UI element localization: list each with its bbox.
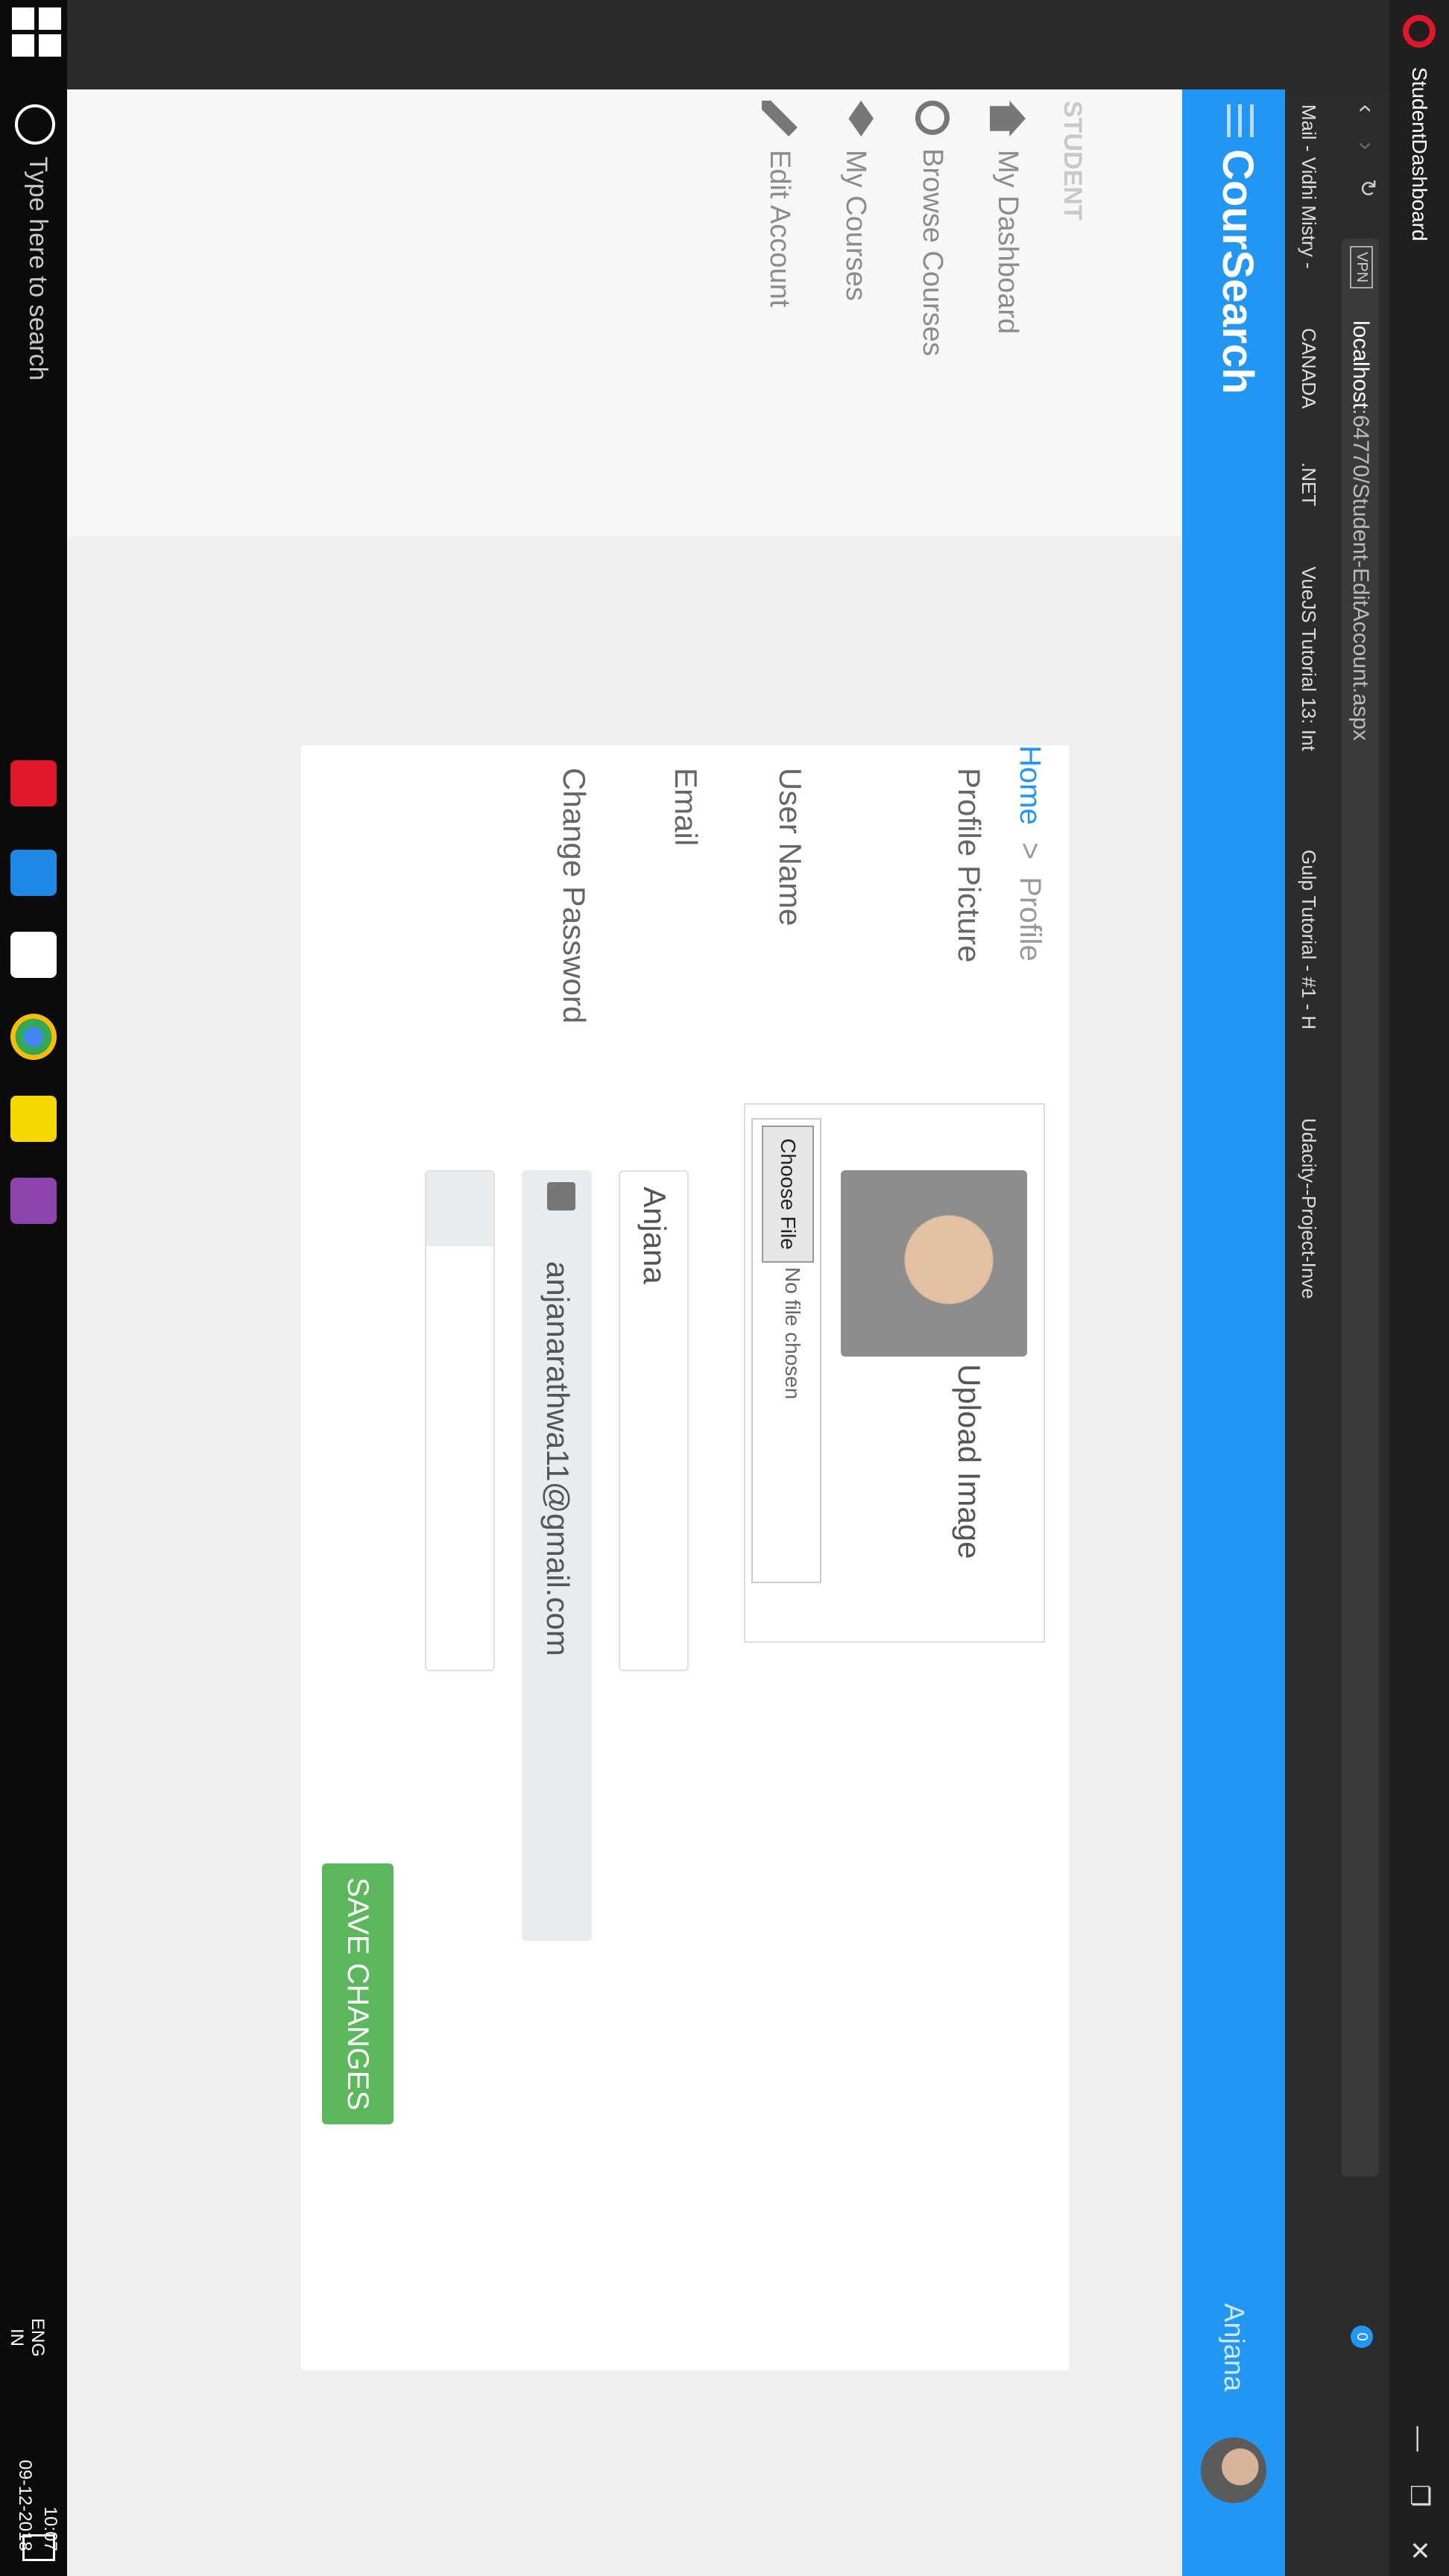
profile-picture-label: Profile Picture [952,768,987,963]
bookmark-item[interactable]: CANADA [1285,328,1333,408]
browser-title-bar [1389,0,1449,2576]
menu-toggle-icon[interactable] [1227,104,1254,137]
language-indicator[interactable]: ENG IN [6,2318,48,2357]
bookmark-item[interactable]: Gulp Tutorial - #1 - H [1285,850,1333,1029]
username-label: User Name [773,768,808,926]
windows-start-icon[interactable] [9,7,61,60]
reload-icon[interactable]: ↻ [1354,179,1380,198]
sidebar-item-my-dashboard[interactable]: My Dashboard [990,101,1026,334]
back-icon[interactable]: ‹ [1351,104,1380,113]
breadcrumb-sep: > [1014,842,1046,860]
rotated-screen: StudentDashboard — ❐ ✕ ‹ › ↻ VPN localho… [0,0,1449,2576]
opera-sidebar [0,0,1389,89]
taskbar-search[interactable]: Type here to search [23,157,52,381]
email-value: anjanarathwa11@gmail.com [540,1261,575,1656]
search-icon [915,101,950,135]
sidebar-item-my-courses[interactable]: My Courses [838,101,874,301]
tab-title: StudentDashboard [1408,67,1431,242]
change-password-label: Change Password [557,768,592,1024]
bookmark-item[interactable]: .NET [1285,462,1333,506]
notifications-icon[interactable] [22,2534,55,2561]
password-field[interactable] [425,1170,495,1671]
forward-icon[interactable]: › [1351,142,1380,150]
minimize-icon[interactable]: — [1405,2426,1434,2452]
sidebar-item-label: My Courses [840,150,872,301]
envelope-icon [547,1182,575,1210]
sticky-notes-taskbar-icon[interactable] [10,1096,57,1142]
bookmark-item[interactable]: VueJS Tutorial 13: Int [1285,566,1333,751]
breadcrumb-home[interactable]: Home [1014,745,1046,825]
opera-logo-icon[interactable] [1403,15,1436,48]
windows-taskbar [0,0,67,2576]
restore-icon[interactable]: ❐ [1404,2484,1434,2507]
bookmarks-bar: Mail - Vidhi Mistry - CANADA .NET VueJS … [1285,89,1333,2576]
username-field[interactable]: Anjana [619,1170,689,1671]
visual-studio-taskbar-icon[interactable] [10,1178,57,1224]
browser-tab[interactable]: StudentDashboard [1403,67,1436,242]
choose-file-button[interactable]: Choose File [762,1126,814,1263]
save-changes-button[interactable]: SAVE CHANGES [322,1863,394,2124]
pencil-icon [762,101,798,136]
vpn-badge[interactable]: VPN [1350,246,1373,289]
book-icon [838,101,874,136]
close-icon[interactable]: ✕ [1404,2540,1434,2562]
avatar[interactable] [1201,2437,1266,2503]
lang-primary: ENG [28,2318,48,2358]
badge-count[interactable]: 0 [1351,2326,1373,2348]
sidebar-item-edit-account[interactable]: Edit Account [762,101,798,307]
header-user-name[interactable]: Anjana [1182,2303,1285,2391]
sidebar-item-label: Browse Courses [917,148,949,356]
sidebar-heading: STUDENT [1058,101,1087,221]
email-field[interactable]: anjanarathwa11@gmail.com [522,1170,592,1941]
upload-image-label: Upload Image [952,1364,987,1559]
calculator-taskbar-icon[interactable] [10,932,57,978]
outlook-taskbar-icon[interactable] [10,850,57,896]
opera-taskbar-icon[interactable] [10,760,57,806]
breadcrumb: Home > Profile [1013,745,1046,962]
sidebar-item-label: Edit Account [764,150,796,308]
lang-region: IN [7,2329,27,2346]
sidebar-item-label: My Dashboard [992,150,1024,335]
bookmark-item[interactable]: Mail - Vidhi Mistry - [1285,104,1333,269]
profile-photo [841,1170,1027,1357]
cortana-icon[interactable] [15,104,55,145]
url-text: localhost:64770/Student-EditAccount.aspx [1348,321,1373,741]
sidebar-item-browse-courses[interactable]: Browse Courses [915,101,950,356]
window-controls: — ❐ ✕ [1389,2426,1449,2561]
home-icon [990,101,1026,136]
lock-icon [426,1172,493,1246]
chrome-taskbar-icon[interactable] [10,1014,57,1060]
file-status-text: No file chosen [781,1267,804,1400]
app-header [1182,89,1285,2576]
url-field[interactable]: VPN localhost:64770/Student-EditAccount.… [1342,239,1379,2176]
brand-logo[interactable]: CourSearch [1186,149,1289,394]
username-value: Anjana [637,1187,672,1284]
breadcrumb-current: Profile [1014,877,1046,962]
bookmark-item[interactable]: Udacity--Project-Inve [1285,1118,1333,1299]
email-label: Email [669,768,704,847]
